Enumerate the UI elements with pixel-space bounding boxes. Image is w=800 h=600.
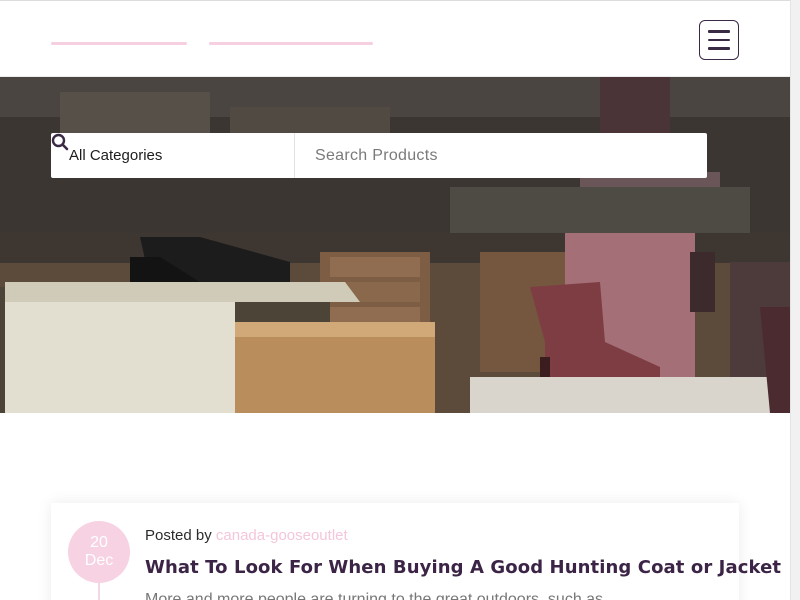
timeline-divider <box>98 583 100 600</box>
hamburger-icon <box>708 30 730 33</box>
post-title[interactable]: What To Look For When Buying A Good Hunt… <box>145 557 781 578</box>
post-meta: Posted by canada-gooseoutlet <box>145 527 348 544</box>
site-header <box>0 0 790 77</box>
search-icon <box>51 133 69 151</box>
post-date-badge: 20 Dec <box>68 521 130 583</box>
search-button[interactable] <box>51 133 707 178</box>
category-select[interactable]: All Categories <box>51 133 295 178</box>
posted-by-label: Posted by <box>145 527 212 544</box>
hero-store-image <box>0 77 790 413</box>
post-date-month: Dec <box>84 552 114 569</box>
blog-post-card: 20 Dec Posted by canada-gooseoutlet What… <box>51 503 781 600</box>
post-excerpt: More and more people are turning to the … <box>145 591 604 600</box>
hero-banner: All Categories <box>0 77 790 413</box>
product-search-bar: All Categories <box>51 133 707 178</box>
menu-button[interactable] <box>699 20 739 60</box>
post-author-link[interactable]: canada-gooseoutlet <box>216 527 348 544</box>
nav-link-placeholder[interactable] <box>51 42 187 45</box>
nav-link-placeholder[interactable] <box>209 42 373 45</box>
search-input[interactable] <box>295 133 655 178</box>
page-scrollbar[interactable] <box>790 0 800 600</box>
post-date-day: 20 <box>90 534 108 551</box>
